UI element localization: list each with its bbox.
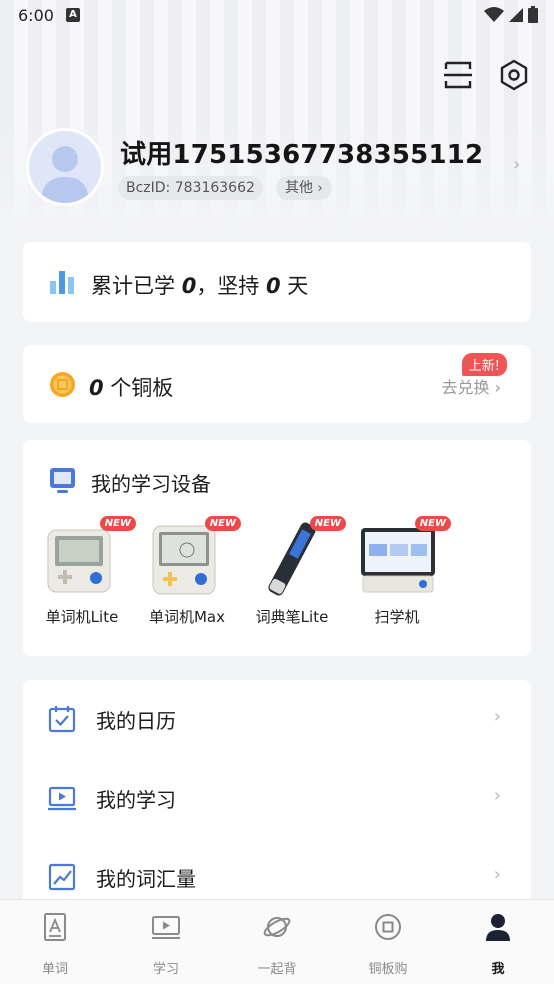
coin-count-text: 0 个铜板 xyxy=(89,376,174,400)
bottom-tab-bar: 单词 学习 一起背 铜板购 我 xyxy=(0,899,554,984)
device-label: 单词机Lite xyxy=(45,608,119,626)
device-label: 单词机Max xyxy=(148,608,225,626)
new-badge: NEW xyxy=(99,516,136,531)
tab-label: 铜板购 xyxy=(368,962,408,977)
device-word-machine-lite[interactable]: NEW 单词机Lite xyxy=(30,516,136,627)
menu-item-label: 我的学习 xyxy=(96,788,176,812)
tab-label: 学习 xyxy=(152,962,179,977)
tab-words[interactable]: 单词 xyxy=(10,912,100,977)
bcz-id-chip: BczID: 783163662 xyxy=(118,176,263,200)
header-background xyxy=(0,0,554,240)
scan-icon[interactable] xyxy=(441,58,475,92)
study-stats-text: 累计已学 0，坚持 0 天 xyxy=(91,274,309,298)
devices-title: 我的学习设备 xyxy=(91,472,211,496)
status-indicators xyxy=(484,6,538,23)
tab-together[interactable]: 一起背 xyxy=(232,912,322,977)
avatar[interactable] xyxy=(26,128,104,206)
play-screen-icon xyxy=(48,786,76,811)
settings-icon[interactable] xyxy=(497,58,531,92)
profile-chevron-icon[interactable]: › xyxy=(513,154,520,175)
devices-card: 我的学习设备 NEW 单词机Lite NEW 单词机Max NEW 词典笔Lit… xyxy=(23,440,531,656)
coin-icon xyxy=(375,914,401,940)
tab-coin-shop[interactable]: 铜板购 xyxy=(343,912,433,977)
tab-me[interactable]: 我 xyxy=(453,912,543,977)
device-scan-learning-machine[interactable]: NEW 扫学机 xyxy=(345,516,451,627)
chevron-right-icon: › xyxy=(493,864,501,885)
device-image: NEW xyxy=(147,516,241,596)
status-time: 6:00 xyxy=(18,6,54,25)
device-label: 词典笔Lite xyxy=(255,608,329,626)
new-badge: NEW xyxy=(309,516,346,531)
wifi-icon xyxy=(484,6,504,22)
avatar-placeholder-icon xyxy=(41,146,89,203)
study-stats-card: 累计已学 0，坚持 0 天 xyxy=(23,242,531,322)
coins-card[interactable]: 0 个铜板 去兑换 › 上新! xyxy=(23,345,531,423)
streak-days-value: 0 xyxy=(266,274,281,298)
menu-item-my-study[interactable]: 我的学习 › xyxy=(23,759,531,838)
other-label: 其他 xyxy=(285,180,313,196)
menu-card: 我的日历 › 我的学习 › 我的词汇量 › xyxy=(23,680,531,910)
word-card-icon xyxy=(44,913,66,941)
new-badge: NEW xyxy=(414,516,451,531)
coin-count: 0 xyxy=(89,376,104,400)
device-image: NEW xyxy=(42,516,136,596)
device-word-machine-max[interactable]: NEW 单词机Max xyxy=(135,516,241,627)
chart-trend-icon xyxy=(48,863,76,891)
planet-icon xyxy=(263,917,291,937)
bar-chart-icon xyxy=(50,271,74,294)
other-chip[interactable]: 其他 › xyxy=(276,176,332,200)
coin-icon xyxy=(50,372,75,397)
device-screen-icon xyxy=(50,468,75,493)
menu-item-label: 我的词汇量 xyxy=(96,867,196,891)
signal-icon xyxy=(509,7,523,22)
device-label: 扫学机 xyxy=(374,608,420,626)
tab-label: 一起背 xyxy=(257,962,297,977)
device-dictionary-pen-lite[interactable]: NEW 词典笔Lite xyxy=(240,516,346,627)
new-badge: 上新! xyxy=(461,353,507,376)
person-icon xyxy=(486,914,510,941)
days-learned-value: 0 xyxy=(181,274,197,298)
chevron-right-icon: › xyxy=(317,181,323,196)
calendar-icon xyxy=(48,706,76,733)
device-image: NEW xyxy=(252,516,346,596)
menu-item-calendar[interactable]: 我的日历 › xyxy=(23,680,531,759)
chevron-right-icon: › xyxy=(493,785,501,806)
exchange-link[interactable]: 去兑换 › xyxy=(442,374,502,398)
status-bar: 6:00 A xyxy=(0,0,554,32)
battery-icon xyxy=(528,6,538,23)
menu-item-label: 我的日历 xyxy=(96,709,176,733)
device-image: NEW xyxy=(357,516,451,596)
chevron-right-icon: › xyxy=(493,706,501,727)
new-badge: NEW xyxy=(204,516,241,531)
tab-label: 单词 xyxy=(41,962,68,977)
notification-icon: A xyxy=(66,8,80,22)
video-icon xyxy=(152,916,180,939)
tab-study[interactable]: 学习 xyxy=(121,912,211,977)
tab-label: 我 xyxy=(491,962,505,977)
username: 试用17515367738355112 xyxy=(120,140,484,170)
